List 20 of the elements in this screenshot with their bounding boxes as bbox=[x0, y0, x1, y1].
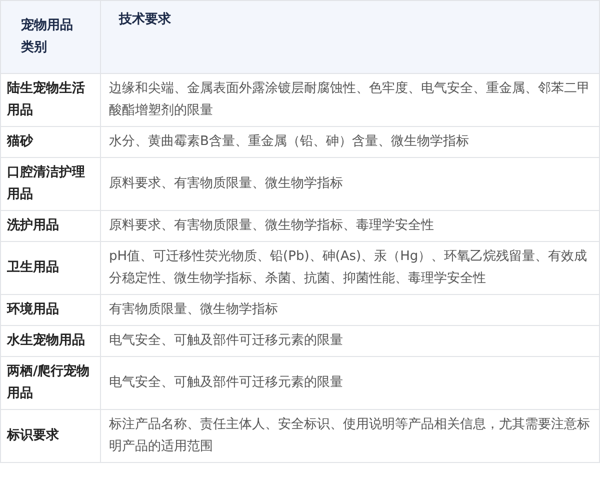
category-cell: 卫生用品 bbox=[0, 242, 100, 294]
requirements-cell: 原料要求、有害物质限量、微生物学指标、毒理学安全性 bbox=[100, 210, 600, 242]
requirements-cell: pH值、可迁移性荧光物质、铅(Pb)、砷(As)、汞（Hg）、环氧乙烷残留量、有效成分稳定性、微生物学指标、杀菌、抗菌、抑菌性能、毒理学安全性 bbox=[100, 242, 600, 294]
category-cell: 标识要求 bbox=[0, 410, 100, 462]
category-cell: 猫砂 bbox=[0, 126, 100, 158]
requirements-cell: 电气安全、可触及部件可迁移元素的限量 bbox=[100, 326, 600, 356]
category-cell: 两栖/爬行宠物用品 bbox=[0, 356, 100, 410]
category-cell: 环境用品 bbox=[0, 294, 100, 326]
requirements-cell: 标注产品名称、责任主体人、安全标识、使用说明等产品相关信息，尤其需要注意标明产品的适用范围 bbox=[100, 410, 600, 462]
category-cell: 口腔清洁护理用品 bbox=[0, 158, 100, 210]
column-header: 技术要求 bbox=[100, 0, 600, 74]
column-header: 宠物用品类别 bbox=[0, 0, 100, 74]
requirements-cell: 边缘和尖端、金属表面外露涂镀层耐腐蚀性、色牢度、电气安全、重金属、邻苯二甲酸酯增塑剂的限量 bbox=[100, 74, 600, 126]
requirements-cell: 原料要求、有害物质限量、微生物学指标 bbox=[100, 158, 600, 210]
requirements-cell: 电气安全、可触及部件可迁移元素的限量 bbox=[100, 356, 600, 410]
requirements-cell: 有害物质限量、微生物学指标 bbox=[100, 294, 600, 326]
category-cell: 洗护用品 bbox=[0, 210, 100, 242]
category-cell: 陆生宠物生活用品 bbox=[0, 74, 100, 126]
category-cell: 水生宠物用品 bbox=[0, 326, 100, 356]
requirements-cell: 水分、黄曲霉素B含量、重金属（铅、砷）含量、微生物学指标 bbox=[100, 126, 600, 158]
